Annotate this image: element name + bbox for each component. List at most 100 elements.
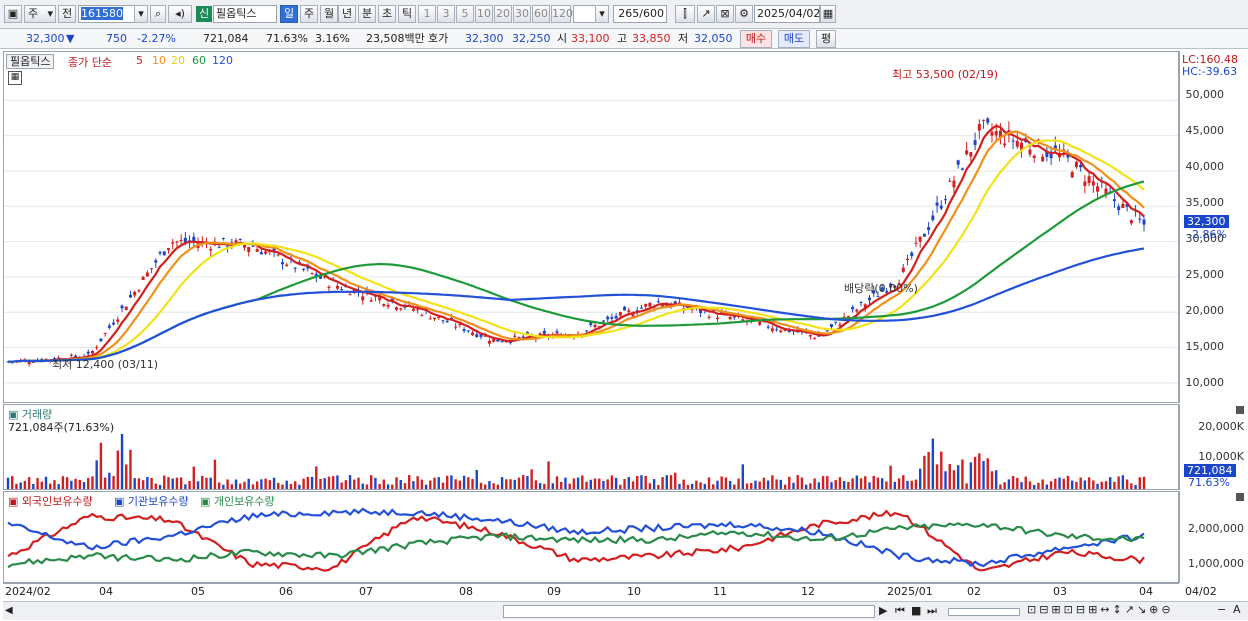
- volume-bar: [399, 479, 402, 489]
- volume-bar: [129, 449, 132, 489]
- draw-tool-icon[interactable]: ↗: [697, 5, 715, 23]
- code-input[interactable]: 161580: [78, 5, 136, 23]
- close-icon[interactable]: [1236, 406, 1244, 414]
- gear-icon[interactable]: ⚙: [735, 5, 753, 23]
- volume-bar: [205, 477, 208, 489]
- volume-bar: [889, 465, 892, 489]
- volume-bar: [779, 479, 783, 489]
- price-pane[interactable]: 필옵틱스 종가 단순 5 10 20 60 120 ▦ 최고 53,500 (0…: [3, 51, 1179, 403]
- period-week-button[interactable]: 주: [300, 5, 318, 23]
- code-dropdown-icon[interactable]: ▾: [134, 5, 148, 23]
- interval-1-button[interactable]: 1: [418, 5, 436, 23]
- candle-body: [944, 199, 948, 201]
- volume-bar: [70, 480, 73, 489]
- speaker-icon[interactable]: ◂): [168, 5, 192, 23]
- search-icon[interactable]: ⌕: [150, 5, 166, 23]
- candle-body: [95, 347, 99, 349]
- volume-pane[interactable]: ▣ 거래량 721,084주(71.63%): [3, 404, 1179, 490]
- volume-bar: [1083, 480, 1087, 489]
- holding-pane[interactable]: ▣ 외국인보유수량 ▣ 기관보유수량 ▣ 개인보유수량: [3, 491, 1179, 583]
- market-type-select[interactable]: 주 ▾: [24, 5, 56, 23]
- candle-body: [969, 152, 973, 157]
- period-minute-button[interactable]: 분: [358, 5, 376, 23]
- interval-20-button[interactable]: 20: [494, 5, 512, 23]
- volume-bar: [750, 483, 753, 489]
- average-button[interactable]: 평: [816, 30, 836, 48]
- close-icon[interactable]: [1236, 493, 1244, 501]
- volume-bar: [369, 475, 373, 489]
- forward-icon[interactable]: ⏭: [927, 604, 937, 618]
- volume-bar: [74, 478, 77, 489]
- candle-body: [411, 308, 415, 311]
- interval-5-button[interactable]: 5: [456, 5, 474, 23]
- scroll-thumb[interactable]: [503, 605, 875, 618]
- volume-bar: [771, 475, 774, 489]
- volume-bar: [741, 464, 745, 489]
- table-icon[interactable]: ▦: [8, 71, 22, 85]
- period-year-button[interactable]: 년: [338, 5, 356, 23]
- low-price: 32,050: [694, 32, 733, 45]
- candle-body: [1129, 220, 1133, 224]
- volume-bar: [927, 451, 930, 489]
- stop-icon[interactable]: ■: [911, 604, 921, 617]
- interval-10-button[interactable]: 10: [475, 5, 493, 23]
- period-tick-button[interactable]: 틱: [398, 5, 416, 23]
- period-month-button[interactable]: 월: [320, 5, 338, 23]
- volume-bar: [420, 479, 424, 489]
- interval-30-button[interactable]: 30: [513, 5, 531, 23]
- volume-bar: [547, 461, 550, 489]
- count-field[interactable]: 265/600: [613, 5, 667, 23]
- rewind-icon[interactable]: ⏮: [895, 604, 905, 618]
- interval-3-button[interactable]: 3: [437, 5, 455, 23]
- candle-body: [851, 306, 855, 310]
- candle-body: [901, 267, 905, 272]
- scroll-right-icon[interactable]: ▶: [879, 604, 887, 617]
- calendar-icon[interactable]: ▦: [820, 5, 836, 23]
- sell-button[interactable]: 매도: [778, 30, 810, 48]
- volume-bar: [669, 475, 673, 489]
- zoom-out-icon[interactable]: −: [1217, 603, 1226, 616]
- volume-bar: [188, 480, 191, 489]
- volume-bar: [728, 480, 732, 489]
- y-tick: 10,000: [1185, 376, 1225, 389]
- period-day-button[interactable]: 일: [280, 5, 298, 23]
- interval-60-button[interactable]: 60: [532, 5, 550, 23]
- volume-bar: [175, 477, 179, 489]
- volume-bar: [15, 483, 18, 489]
- scroll-left-icon[interactable]: ◀: [5, 605, 13, 616]
- layout-icon[interactable]: ▣: [4, 5, 22, 23]
- candle-body: [500, 341, 504, 343]
- interval-120-button[interactable]: 120: [551, 5, 573, 23]
- candle-body: [1083, 181, 1087, 186]
- individual-holding-text: 개인보유수량: [213, 495, 275, 508]
- volume-bar: [416, 476, 419, 489]
- trade-amount: 23,508백만: [366, 32, 425, 45]
- stock-name-field[interactable]: 필옵틱스: [213, 5, 277, 23]
- volume-bar: [568, 483, 571, 489]
- period-second-button[interactable]: 초: [378, 5, 396, 23]
- font-size-icon[interactable]: A: [1233, 603, 1241, 616]
- volume-bar: [990, 471, 994, 489]
- candle-type-icon[interactable]: ⫿: [675, 5, 695, 23]
- volume-bar: [897, 478, 901, 489]
- buy-button[interactable]: 매수: [740, 30, 772, 48]
- date-input[interactable]: 2025/04/02: [754, 5, 820, 23]
- candle-body: [813, 337, 817, 339]
- candle-body: [466, 330, 470, 332]
- volume-bar: [855, 475, 859, 489]
- volume-value: 721,084: [203, 32, 249, 45]
- zoom-slider[interactable]: [948, 608, 1020, 616]
- volume-bar: [150, 477, 153, 489]
- candle-body: [829, 324, 833, 327]
- candle-body: [462, 329, 466, 331]
- scroll-bar[interactable]: ◀ ▶ ⏮ ■ ⏭ ⊡⊟⊞⊡⊟⊞↔↕↗↘⊕⊖ − A: [3, 601, 1248, 620]
- candle-body: [420, 315, 424, 317]
- indicator-icon[interactable]: ⊠: [716, 5, 734, 23]
- volume-bar: [652, 479, 656, 489]
- volume-bar: [179, 477, 183, 489]
- candle-body: [728, 316, 732, 320]
- volume-bar: [1037, 482, 1040, 489]
- interval-dropdown-icon[interactable]: ▾: [595, 5, 609, 23]
- price-type-button[interactable]: 전: [58, 5, 76, 23]
- chart-tools-icon[interactable]: ⊡⊟⊞⊡⊟⊞↔↕↗↘⊕⊖: [1027, 603, 1174, 616]
